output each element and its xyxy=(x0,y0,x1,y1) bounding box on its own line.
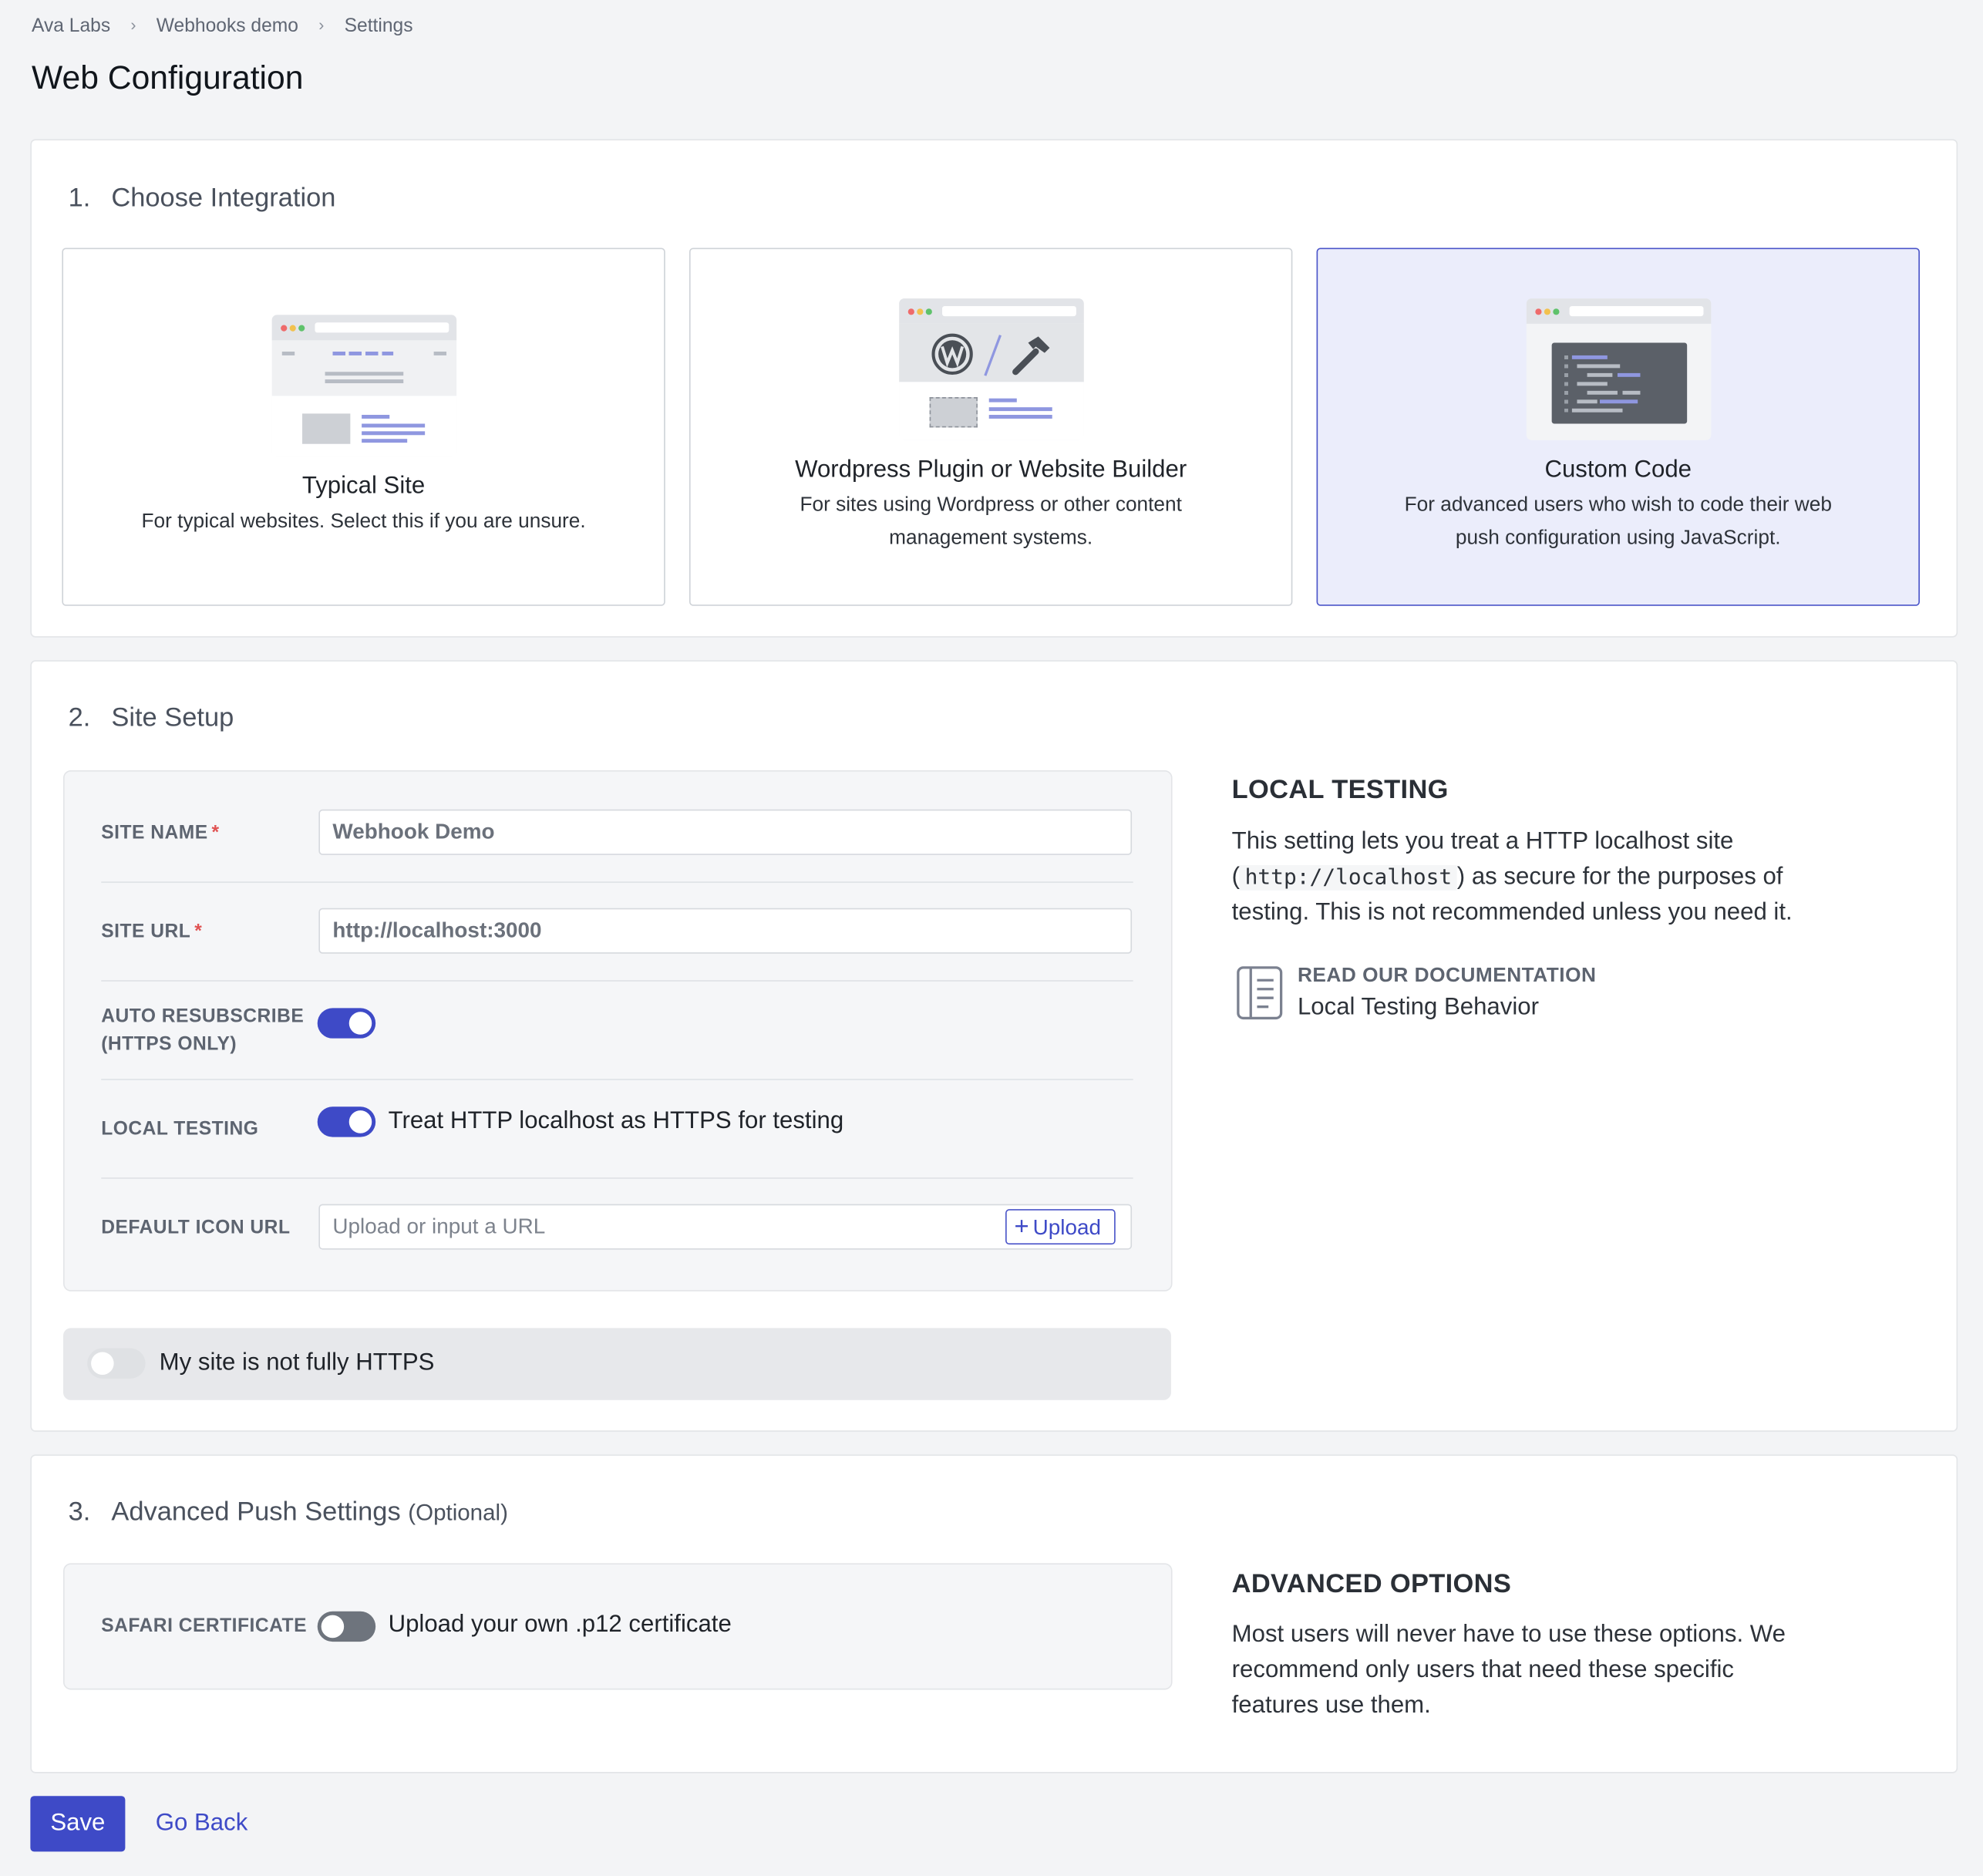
site-setup-form: SITE NAME * Webhook Demo SITE URL * http:/… xyxy=(63,770,1173,1292)
safari-certificate-label: SAFARI CERTIFICATE xyxy=(101,1615,307,1637)
code-editor-illustration xyxy=(1526,298,1712,440)
advanced-form: SAFARI CERTIFICATE Upload your own .p12 … xyxy=(63,1563,1173,1690)
safari-certificate-toggle[interactable] xyxy=(317,1611,376,1642)
section-title-integration: 1. Choose Integration xyxy=(68,183,336,213)
breadcrumb: Ava Labs › Webhooks demo › Settings xyxy=(32,15,412,37)
chevron-right-icon: › xyxy=(130,15,136,35)
integration-option-custom-code[interactable]: Custom Code For advanced users who wish … xyxy=(1316,248,1920,606)
integration-option-typical-site[interactable]: Typical Site For typical websites. Selec… xyxy=(62,248,665,606)
option-description: For sites using Wordpress or other conte… xyxy=(800,494,1182,549)
option-title: Typical Site xyxy=(301,473,426,500)
page-title: Web Configuration xyxy=(32,58,304,96)
localhost-code: http://localhost xyxy=(1240,864,1457,891)
auto-resubscribe-toggle[interactable] xyxy=(317,1008,376,1039)
upload-button[interactable]: + Upload xyxy=(1005,1209,1116,1245)
wordpress-icon xyxy=(931,333,973,375)
slash-divider-icon xyxy=(984,335,1002,376)
document-icon xyxy=(1237,966,1283,1020)
site-name-input[interactable]: Webhook Demo xyxy=(318,809,1133,855)
local-testing-description: This setting lets you treat a HTTP local… xyxy=(1231,828,1793,926)
go-back-link[interactable]: Go Back xyxy=(156,1810,248,1837)
integration-option-wordpress[interactable]: Wordpress Plugin or Website Builder For … xyxy=(688,248,1293,606)
browser-layout-illustration xyxy=(271,315,457,457)
chevron-right-icon: › xyxy=(318,15,325,35)
site-url-label: SITE URL * xyxy=(101,921,203,943)
auto-resubscribe-label: AUTO RESUBSCRIBE (HTTPS ONLY) xyxy=(101,1005,305,1056)
not-fully-https-toggle[interactable] xyxy=(87,1348,146,1379)
option-description: For advanced users who wish to code thei… xyxy=(1404,494,1832,549)
documentation-link[interactable]: Local Testing Behavior xyxy=(1298,990,1539,1026)
wordpress-tools-illustration xyxy=(899,298,1084,440)
option-description: For typical websites. Select this if you… xyxy=(141,510,586,533)
advanced-push-card: 3. Advanced Push Settings (Optional) SAFA… xyxy=(30,1454,1958,1773)
choose-integration-card: 1. Choose Integration Typical Site For t… xyxy=(30,139,1958,638)
documentation-caption: READ OUR DOCUMENTATION xyxy=(1297,965,1597,987)
safari-certificate-text: Upload your own .p12 certificate xyxy=(388,1611,732,1639)
breadcrumb-item-current: Settings xyxy=(344,15,413,37)
advanced-options-description: Most users will never have to use these … xyxy=(1231,1621,1786,1719)
breadcrumb-item-org[interactable]: Ava Labs xyxy=(32,15,110,37)
site-name-label: SITE NAME * xyxy=(101,822,220,844)
advanced-options-heading: ADVANCED OPTIONS xyxy=(1231,1569,1512,1599)
not-fully-https-text: My site is not fully HTTPS xyxy=(159,1349,435,1376)
local-testing-label: LOCAL TESTING xyxy=(101,1118,259,1140)
not-fully-https-panel: My site is not fully HTTPS xyxy=(63,1328,1171,1400)
local-testing-heading: LOCAL TESTING xyxy=(1231,775,1449,805)
breadcrumb-item-app[interactable]: Webhooks demo xyxy=(157,15,298,37)
section-title-advanced: 3. Advanced Push Settings (Optional) xyxy=(68,1497,508,1527)
local-testing-text: Treat HTTP localhost as HTTPS for testin… xyxy=(388,1107,844,1135)
hammer-icon xyxy=(1012,336,1050,376)
local-testing-toggle[interactable] xyxy=(317,1106,376,1137)
save-button[interactable]: Save xyxy=(30,1796,126,1852)
default-icon-url-label: DEFAULT ICON URL xyxy=(101,1216,291,1238)
site-url-input[interactable]: http://localhost:3000 xyxy=(318,908,1133,954)
site-setup-card: 2. Site Setup SITE NAME * Webhook Demo SIT… xyxy=(30,660,1958,1432)
section-title-site-setup: 2. Site Setup xyxy=(68,703,234,733)
plus-icon: + xyxy=(1014,1213,1029,1241)
option-title: Custom Code xyxy=(1544,456,1692,483)
option-title: Wordpress Plugin or Website Builder xyxy=(795,456,1187,483)
